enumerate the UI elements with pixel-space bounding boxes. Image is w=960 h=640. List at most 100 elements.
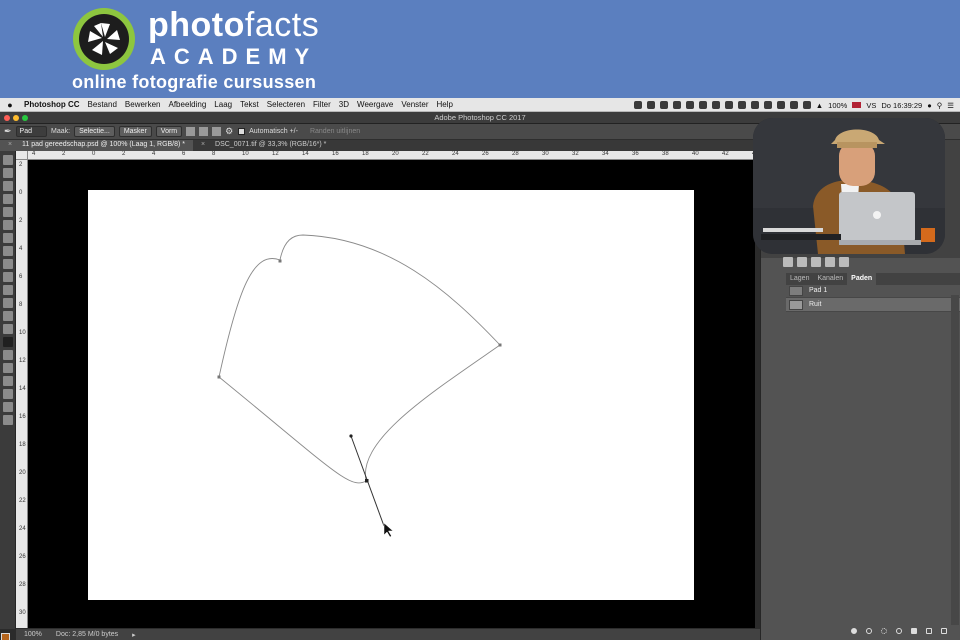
- tray-app-icon[interactable]: [737, 101, 746, 109]
- apple-menu-icon[interactable]: ●: [0, 100, 20, 110]
- tray-app-icon[interactable]: [659, 101, 668, 109]
- vertical-ruler[interactable]: 2 0 2 4 6 8 10 12 14 16 18 20 22 24 26 28 30: [16, 160, 28, 628]
- tab-document-1[interactable]: × 11 pad gereedschap.psd @ 100% (Laag 1,…: [0, 140, 194, 151]
- quick-select-tool-icon[interactable]: [3, 194, 13, 204]
- panel-scrollbar[interactable]: [951, 295, 959, 625]
- clone-stamp-tool-icon[interactable]: [3, 259, 13, 269]
- crop-tool-icon[interactable]: [3, 207, 13, 217]
- close-tab-icon[interactable]: ×: [201, 141, 205, 148]
- menu-laag[interactable]: Laag: [210, 100, 236, 109]
- horizontal-ruler[interactable]: 4 2 0 2 4 6 8 10 12 14 16 18 20 22 24 26 28 30 32 34 36 38 40 4…: [28, 151, 760, 160]
- tray-app-icon[interactable]: [776, 101, 785, 109]
- tray-app-icon[interactable]: [789, 101, 798, 109]
- drawn-path[interactable]: [88, 190, 694, 600]
- canvas-area[interactable]: [28, 160, 755, 628]
- menu-bestand[interactable]: Bestand: [84, 100, 121, 109]
- eyedropper-tool-icon[interactable]: [3, 220, 13, 230]
- adjustments-panel-icon[interactable]: [797, 257, 807, 267]
- make-shape-button[interactable]: Vorm: [155, 126, 183, 137]
- battery-percent[interactable]: 100%: [828, 101, 847, 110]
- properties-panel-icon[interactable]: [811, 257, 821, 267]
- tray-app-icon[interactable]: [763, 101, 772, 109]
- auto-add-delete-checkbox[interactable]: [238, 128, 246, 135]
- stroke-path-icon[interactable]: [866, 628, 872, 634]
- eraser-tool-icon[interactable]: [3, 285, 13, 295]
- dodge-tool-icon[interactable]: [3, 324, 13, 334]
- tray-app-icon[interactable]: [646, 101, 655, 109]
- path-item-ruit[interactable]: Ruit: [786, 298, 960, 312]
- more-tools-icon[interactable]: [3, 415, 13, 425]
- lasso-tool-icon[interactable]: [3, 181, 13, 191]
- menu-afbeelding[interactable]: Afbeelding: [164, 100, 210, 109]
- menu-filter[interactable]: Filter: [309, 100, 335, 109]
- anchor-point-active[interactable]: [365, 479, 369, 483]
- shape-tool-icon[interactable]: [3, 376, 13, 386]
- pen-tool-preset-icon[interactable]: ✒: [4, 126, 12, 137]
- tray-app-icon[interactable]: [802, 101, 811, 109]
- tray-app-icon[interactable]: [672, 101, 681, 109]
- add-mask-icon[interactable]: [911, 628, 917, 634]
- make-selection-button[interactable]: Selectie...: [74, 126, 115, 137]
- user-icon[interactable]: ●: [927, 101, 932, 110]
- zoom-level[interactable]: 100%: [24, 631, 42, 638]
- status-arrow-icon[interactable]: ▸: [132, 631, 136, 639]
- menu-3d[interactable]: 3D: [335, 100, 353, 109]
- move-tool-icon[interactable]: [3, 155, 13, 165]
- path-selection-tool-icon[interactable]: [3, 363, 13, 373]
- doc-size[interactable]: Doc: 2,85 M/0 bytes: [56, 631, 118, 638]
- document-canvas[interactable]: [88, 190, 694, 600]
- swatches-panel-icon[interactable]: [825, 257, 835, 267]
- tray-app-icon[interactable]: [711, 101, 720, 109]
- notification-icon[interactable]: ☰: [947, 101, 954, 110]
- gradient-tool-icon[interactable]: [3, 298, 13, 308]
- input-region[interactable]: VS: [866, 101, 876, 110]
- menubar-clock[interactable]: Do 16:39:29: [881, 101, 922, 110]
- close-tab-icon[interactable]: ×: [8, 141, 12, 148]
- menu-weergave[interactable]: Weergave: [353, 100, 397, 109]
- load-selection-icon[interactable]: [881, 628, 887, 634]
- tray-app-icon[interactable]: [685, 101, 694, 109]
- brush-tool-icon[interactable]: [3, 246, 13, 256]
- hand-tool-icon[interactable]: [3, 389, 13, 399]
- anchor-point[interactable]: [217, 375, 221, 379]
- path-alignment-icon[interactable]: [199, 127, 209, 136]
- tray-app-icon[interactable]: [633, 101, 642, 109]
- ruler-corner[interactable]: [16, 151, 28, 160]
- make-work-path-icon[interactable]: [896, 628, 902, 634]
- menu-tekst[interactable]: Tekst: [236, 100, 263, 109]
- direction-handle[interactable]: [349, 434, 353, 438]
- anchor-point[interactable]: [498, 343, 502, 347]
- history-panel-icon[interactable]: [783, 257, 793, 267]
- flag-icon[interactable]: [852, 102, 862, 108]
- path-item-pad-1[interactable]: Pad 1: [786, 284, 960, 298]
- spotlight-icon[interactable]: ⚲: [937, 101, 943, 110]
- tray-app-icon[interactable]: [750, 101, 759, 109]
- type-tool-icon[interactable]: [3, 350, 13, 360]
- path-operations-icon[interactable]: [186, 127, 196, 136]
- anchor-point[interactable]: [278, 259, 282, 263]
- zoom-tool-icon[interactable]: [3, 402, 13, 412]
- make-mask-button[interactable]: Masker: [118, 126, 152, 137]
- blur-tool-icon[interactable]: [3, 311, 13, 321]
- new-path-icon[interactable]: [926, 628, 932, 634]
- tool-mode-select[interactable]: Pad: [15, 126, 48, 137]
- tray-app-icon[interactable]: [698, 101, 707, 109]
- menu-venster[interactable]: Venster: [397, 100, 432, 109]
- libraries-panel-icon[interactable]: [839, 257, 849, 267]
- marquee-tool-icon[interactable]: [3, 168, 13, 178]
- foreground-color-swatch[interactable]: [1, 633, 10, 640]
- fill-path-icon[interactable]: [851, 628, 857, 634]
- path-arrangement-icon[interactable]: [212, 127, 222, 136]
- wifi-icon[interactable]: ▲: [816, 101, 823, 110]
- tab-document-2[interactable]: × DSC_0071.tif @ 33,3% (RGB/16*) *: [193, 140, 334, 151]
- menu-app[interactable]: Photoshop CC: [20, 100, 84, 109]
- healing-brush-tool-icon[interactable]: [3, 233, 13, 243]
- menu-selecteren[interactable]: Selecteren: [263, 100, 309, 109]
- history-brush-tool-icon[interactable]: [3, 272, 13, 282]
- trash-icon[interactable]: [941, 628, 947, 634]
- pen-tool-icon[interactable]: [3, 337, 13, 347]
- tray-app-icon[interactable]: [724, 101, 733, 109]
- menu-help[interactable]: Help: [433, 100, 457, 109]
- menu-bewerken[interactable]: Bewerken: [121, 100, 165, 109]
- gear-icon[interactable]: ⚙: [225, 127, 234, 136]
